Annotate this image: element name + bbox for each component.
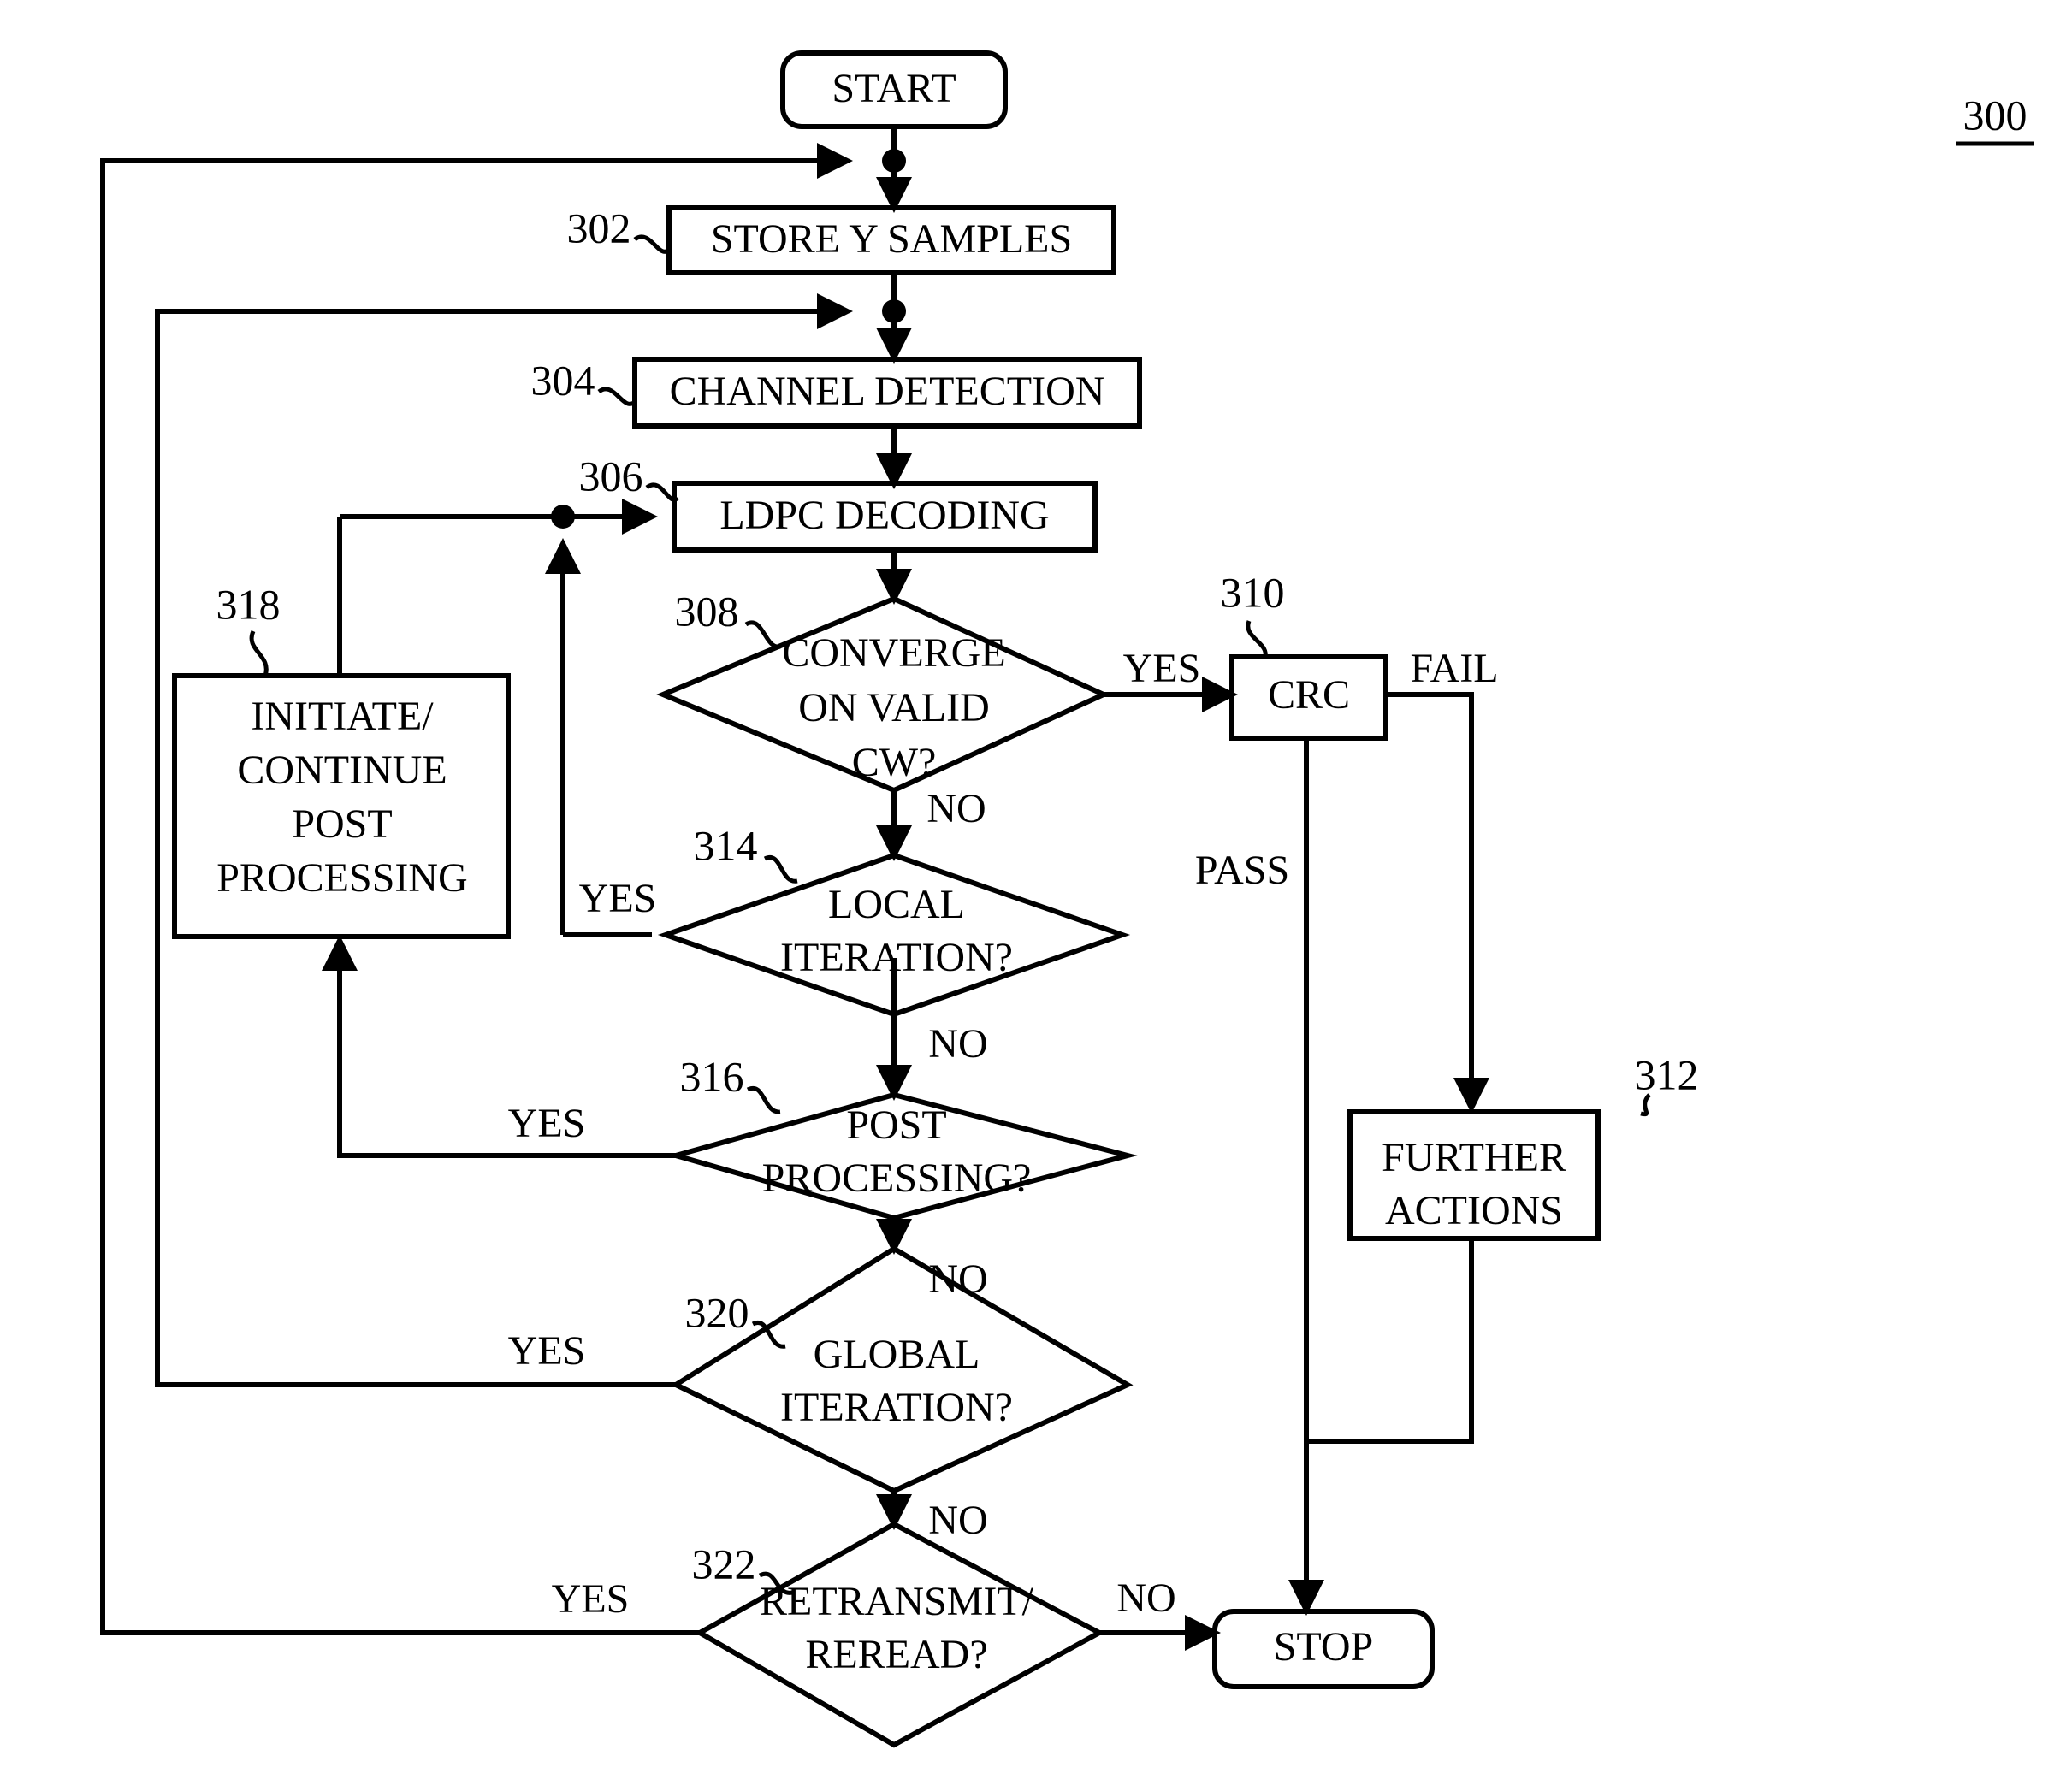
edge-label-converge-yes: YES: [1123, 646, 1201, 691]
node-post-processing-label-line1: POST: [846, 1102, 946, 1148]
ref-number-316: 316: [680, 1052, 744, 1100]
leader-line-314: [763, 854, 798, 884]
node-further-actions-label-line2: ACTIONS: [1385, 1188, 1563, 1233]
node-ldpc-decoding-label: LDPC DECODING: [719, 493, 1049, 538]
leader-line-308: [744, 620, 781, 649]
flowchart-canvas: START STORE Y SAMPLES CHANNEL DETECTION …: [100, 50, 2034, 1748]
edge-label-local-yes: YES: [579, 876, 657, 921]
node-local-iteration-label-line2: ITERATION?: [780, 935, 1013, 980]
node-initiate-label-line2: CONTINUE: [237, 748, 447, 793]
edge-label-crc-fail: FAIL: [1410, 646, 1498, 691]
flowchart-figure: START STORE Y SAMPLES CHANNEL DETECTION …: [0, 0, 2072, 1791]
edge-label-global-yes: YES: [508, 1328, 586, 1374]
edge-label-retransmit-no: NO: [1116, 1575, 1175, 1621]
junction-dot-ldpc: [551, 505, 575, 529]
node-initiate-label-line3: POST: [292, 801, 392, 847]
node-crc-label: CRC: [1268, 672, 1350, 718]
node-initiate-label-line1: INITIATE/: [251, 694, 434, 739]
node-channel-detection-label: CHANNEL DETECTION: [670, 369, 1105, 414]
leader-line-318: [249, 630, 269, 677]
node-further-actions-label-line1: FURTHER: [1382, 1135, 1566, 1180]
node-global-iteration-label-line1: GLOBAL: [814, 1332, 980, 1377]
leader-line-316: [746, 1085, 781, 1114]
ref-number-304: 304: [531, 356, 595, 404]
edge-label-retransmit-yes: YES: [552, 1576, 630, 1622]
node-global-iteration-label-line2: ITERATION?: [780, 1385, 1013, 1430]
edge-label-post-no: NO: [928, 1256, 987, 1302]
edge-label-converge-no: NO: [926, 786, 986, 831]
edge-crc-fail-to-further: [1386, 692, 1489, 1114]
ref-number-308: 308: [675, 587, 739, 635]
ref-number-320: 320: [685, 1288, 749, 1336]
edge-label-local-no: NO: [928, 1021, 987, 1067]
junction-dot-channel: [882, 299, 906, 323]
edge-label-post-yes: YES: [508, 1101, 586, 1146]
leader-line-310: [1246, 620, 1268, 660]
junction-dot-start: [882, 149, 906, 173]
node-converge-label-line1: CONVERGE: [782, 630, 1005, 676]
edge-label-crc-pass: PASS: [1195, 848, 1289, 893]
node-converge-label-line3: CW?: [852, 740, 937, 785]
node-post-processing-label-line2: PROCESSING?: [762, 1156, 1032, 1201]
ref-number-312: 312: [1635, 1050, 1699, 1098]
leader-line-302: [633, 234, 671, 254]
node-retransmit-label-line1: RETRANSMIT/: [760, 1579, 1034, 1624]
figure-number: 300: [1963, 91, 2028, 139]
edge-further-to-pass-rail: [1306, 1238, 1474, 1444]
ref-number-318: 318: [216, 580, 281, 628]
ref-number-302: 302: [567, 204, 631, 251]
edge-label-global-no: NO: [928, 1498, 987, 1543]
leader-line-304: [597, 387, 636, 406]
ref-number-310: 310: [1221, 568, 1285, 616]
node-initiate-label-line4: PROCESSING: [216, 855, 467, 901]
ref-number-306: 306: [579, 452, 643, 499]
node-converge-label-line2: ON VALID: [798, 685, 990, 730]
ref-number-314: 314: [694, 821, 758, 869]
node-retransmit-label-line2: REREAD?: [805, 1632, 987, 1677]
ref-number-322: 322: [692, 1540, 756, 1587]
node-local-iteration-label-line1: LOCAL: [828, 882, 965, 927]
node-store-y-samples-label: STORE Y SAMPLES: [711, 216, 1072, 262]
node-start-label: START: [832, 66, 956, 111]
node-stop-label: STOP: [1274, 1624, 1374, 1670]
